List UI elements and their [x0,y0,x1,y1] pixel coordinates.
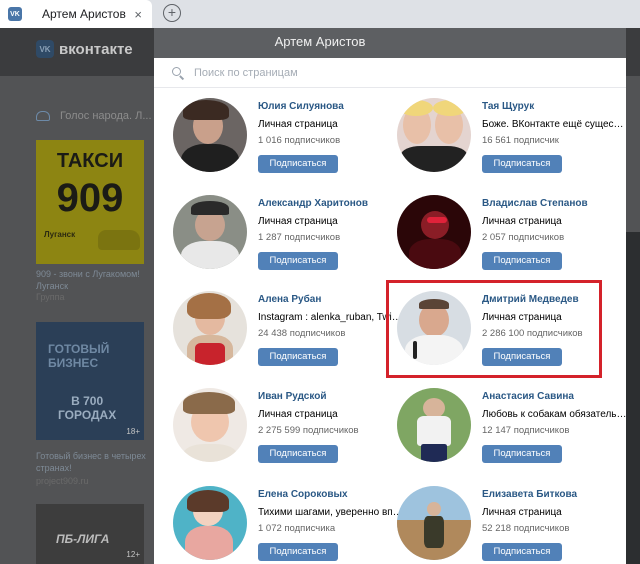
profile-name[interactable]: Тая Щурук [482,101,534,112]
subscribe-button[interactable]: Подписаться [482,155,562,173]
subscriber-count: 24 438 подписчиков [258,328,346,339]
subscriber-count: 16 561 подписчик [482,135,559,146]
group-link[interactable]: Голос народа. Л... [36,110,152,122]
subscribe-button[interactable]: Подписаться [258,348,338,366]
ad-banner-taxi[interactable]: ТАКСИ 909 Луганск [36,140,144,264]
avatar[interactable] [173,388,247,462]
profile-card: Анастасия Савина Любовь к собакам обязат… [397,388,627,484]
age-rating-badge: 12+ [126,550,140,559]
tab-title: Артем Аристов [42,7,126,21]
avatar[interactable] [397,388,471,462]
profile-card: Елена Сороковых Тихими шагами, уверенно … [173,486,403,564]
car-icon [98,230,140,250]
community-icon [36,111,50,121]
profile-name[interactable]: Владислав Степанов [482,198,588,209]
group-link-text: Голос народа. Л... [60,110,152,122]
subscriber-count: 52 218 подписчиков [482,523,570,534]
profile-card: Алена Рубан Instagram : alenka_ruban, Tw… [173,291,403,387]
subscribe-button[interactable]: Подписаться [258,445,338,463]
profile-name[interactable]: Юлия Силуянова [258,101,344,112]
subscribe-button[interactable]: Подписаться [482,543,562,561]
profile-status: Личная страница [258,216,338,227]
profile-name[interactable]: Алена Рубан [258,294,321,305]
profile-status: Боже. ВКонтакте ещё существует [482,119,627,130]
ad-brand: Луганск [44,230,76,239]
avatar[interactable] [173,486,247,560]
highlight-box [386,280,602,378]
background-right-column [626,232,640,564]
ad-title: ПБ-ЛИГА [56,532,110,546]
ad-banner-business[interactable]: ГОТОВЫЙ БИЗНЕС В 700 ГОРОДАХ 18+ [36,322,144,440]
ad-subtitle: В 700 ГОРОДАХ [58,394,117,422]
avatar[interactable] [397,195,471,269]
profile-name[interactable]: Елизавета Биткова [482,489,577,500]
profile-card: Иван Рудской Личная страница 2 275 599 п… [173,388,403,484]
ad-caption[interactable]: 909 - звони с Лугакомом! Луганск [36,268,146,292]
ad-sub: Группа [36,292,65,302]
profile-name[interactable]: Иван Рудской [258,391,326,402]
profile-status: Instagram : alenka_ruban, Twitter [258,312,403,323]
profile-name[interactable]: Елена Сороковых [258,489,348,500]
subscribe-button[interactable]: Подписаться [258,155,338,173]
profile-status: Личная страница [258,409,338,420]
avatar[interactable] [173,195,247,269]
subscriber-count: 12 147 подписчиков [482,425,570,436]
profile-status: Личная страница [482,216,562,227]
modal-title: Артем Аристов [274,34,366,49]
avatar[interactable] [173,98,247,172]
new-tab-button[interactable]: + [163,4,181,22]
subscriber-count: 1 072 подписчика [258,523,336,534]
avatar[interactable] [397,486,471,560]
avatar[interactable] [397,98,471,172]
ad-sub: project909.ru [36,476,89,486]
profile-card: Тая Щурук Боже. ВКонтакте ещё существует… [397,98,627,194]
profile-status: Личная страница [482,507,562,518]
subscribe-button[interactable]: Подписаться [482,445,562,463]
ad-banner-league[interactable]: ПБ-ЛИГА 12+ [36,504,144,564]
profile-name[interactable]: Александр Харитонов [258,198,368,209]
search-input[interactable]: Поиск по страницам [194,67,298,79]
profile-card: Елизавета Биткова Личная страница 52 218… [397,486,627,564]
avatar[interactable] [173,291,247,365]
profile-status: Любовь к собакам обязательна [482,409,627,420]
profile-name[interactable]: Анастасия Савина [482,391,574,402]
ad-caption[interactable]: Готовый бизнес в четырех странах! [36,450,146,474]
subscriber-count: 1 016 подписчиков [258,135,341,146]
ad-title: ТАКСИ [56,150,124,172]
subscriber-count: 1 287 подписчиков [258,232,341,243]
subscriber-count: 2 057 подписчиков [482,232,565,243]
ad-title: ГОТОВЫЙ БИЗНЕС [48,342,110,370]
search-bar[interactable]: Поиск по страницам [154,58,626,88]
ad-number: 909 [56,176,124,220]
search-icon [172,66,185,80]
profile-card: Владислав Степанов Личная страница 2 057… [397,195,627,291]
profile-card: Александр Харитонов Личная страница 1 28… [173,195,403,291]
browser-tab[interactable]: VK Артем Аристов × [0,0,152,28]
tab-close-icon[interactable]: × [134,7,142,22]
profile-status: Личная страница [258,119,338,130]
age-rating-badge: 18+ [126,427,140,436]
vk-favicon-icon: VK [8,7,22,21]
profile-card: Юлия Силуянова Личная страница 1 016 под… [173,98,403,194]
browser-tab-strip: VK Артем Аристов × + [0,0,640,28]
subscribe-button[interactable]: Подписаться [258,543,338,561]
profile-status: Тихими шагами, уверенно вперёд [258,507,403,518]
subscriber-count: 2 275 599 подписчиков [258,425,359,436]
subscribe-button[interactable]: Подписаться [258,252,338,270]
subscribe-button[interactable]: Подписаться [482,252,562,270]
